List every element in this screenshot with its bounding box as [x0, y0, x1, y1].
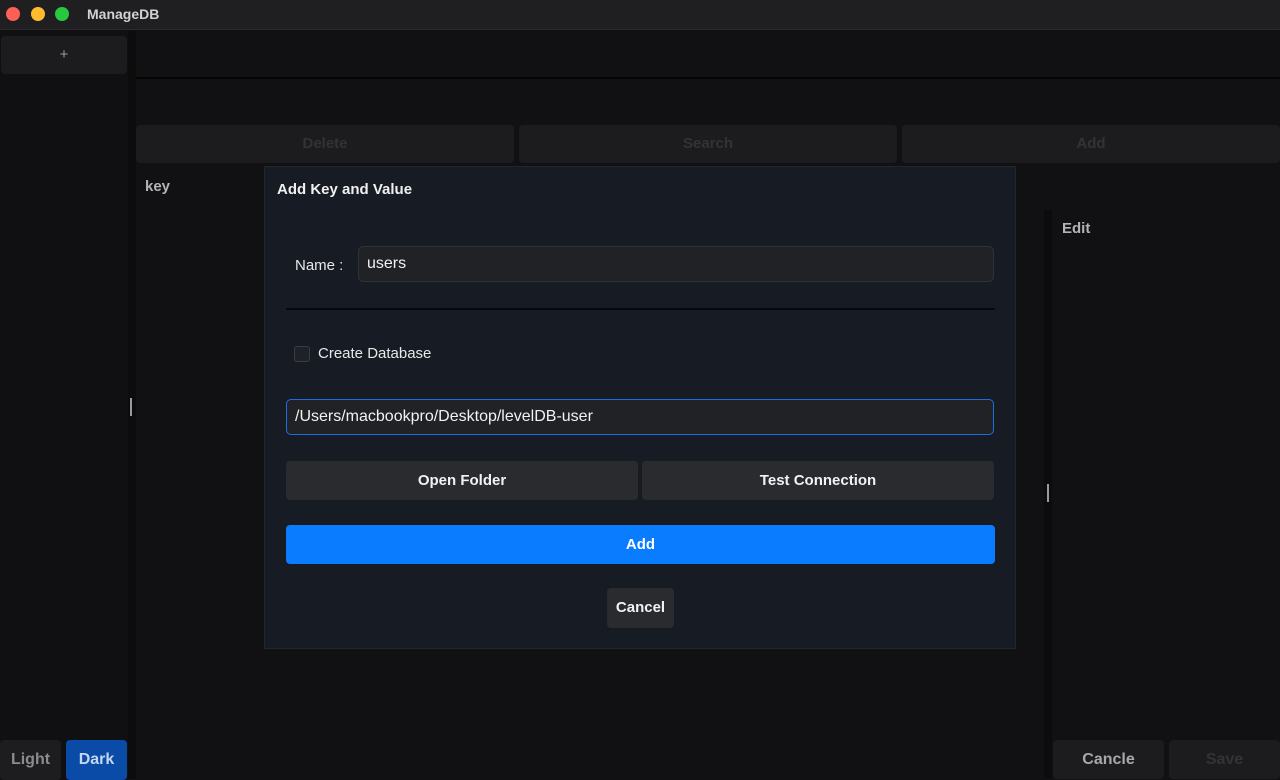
title-bar: ManageDB: [0, 0, 1280, 30]
main-header-area: [136, 31, 1280, 77]
sidebar: + Light Dark: [0, 31, 128, 780]
test-connection-button[interactable]: Test Connection: [642, 461, 994, 500]
dialog-cancel-button[interactable]: Cancel: [607, 588, 674, 628]
dialog-title: Add Key and Value: [277, 181, 413, 198]
edit-panel-header: Edit: [1062, 220, 1091, 237]
window-maximize-button[interactable]: [55, 7, 69, 21]
right-splitter-handle[interactable]: [1047, 484, 1049, 502]
app-title: ManageDB: [87, 6, 160, 22]
key-column-header: key: [145, 178, 171, 195]
light-theme-button[interactable]: Light: [0, 740, 61, 780]
add-database-button[interactable]: +: [1, 36, 127, 74]
open-folder-button[interactable]: Open Folder: [286, 461, 638, 500]
header-divider: [136, 77, 1280, 79]
dialog-add-button[interactable]: Add: [286, 525, 995, 564]
edit-save-button[interactable]: Save: [1169, 740, 1280, 779]
edit-cancel-button[interactable]: Cancle: [1053, 740, 1164, 779]
name-label: Name :: [295, 257, 344, 274]
create-database-label[interactable]: Create Database: [318, 345, 431, 362]
add-button[interactable]: Add: [902, 125, 1280, 163]
left-splitter-handle[interactable]: [130, 398, 132, 416]
database-path-input[interactable]: [286, 399, 994, 435]
dialog-divider: [286, 308, 995, 310]
window-close-button[interactable]: [6, 7, 20, 21]
delete-button[interactable]: Delete: [136, 125, 514, 163]
search-button[interactable]: Search: [519, 125, 897, 163]
create-database-checkbox[interactable]: [294, 346, 310, 362]
dark-theme-button[interactable]: Dark: [66, 740, 127, 780]
name-input[interactable]: [358, 246, 994, 282]
window-minimize-button[interactable]: [31, 7, 45, 21]
add-key-value-dialog: Add Key and Value Name : Create Database…: [264, 166, 1016, 649]
